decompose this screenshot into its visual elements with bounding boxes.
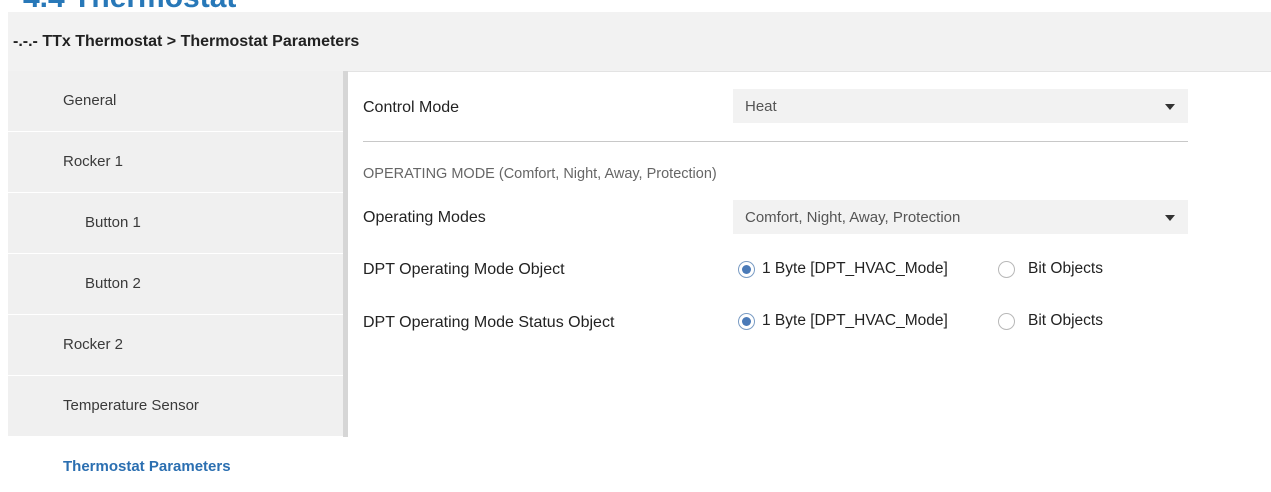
operating-modes-label: Operating Modes	[363, 209, 486, 226]
sidebar-item-button-2[interactable]: Button 2	[8, 254, 343, 315]
sidebar-item-label: Temperature Sensor	[63, 397, 199, 414]
dpt-status-1byte-radio[interactable]	[738, 313, 755, 330]
dpt-object-1byte-label[interactable]: 1 Byte [DPT_HVAC_Mode]	[762, 260, 948, 278]
sidebar-item-label: Button 2	[85, 275, 141, 292]
breadcrumb-text: -.-.- TTx Thermostat > Thermostat Parame…	[13, 33, 360, 50]
control-mode-select[interactable]: Heat	[733, 89, 1188, 123]
control-mode-value: Heat	[745, 98, 777, 115]
section-heading: OPERATING MODE (Comfort, Night, Away, Pr…	[363, 166, 717, 182]
sidebar-item-label: Rocker 2	[63, 336, 124, 353]
chevron-down-icon	[1165, 104, 1175, 110]
document-heading: 4.4 Thermostat	[23, 0, 236, 10]
dpt-operating-mode-object-label: DPT Operating Mode Object	[363, 261, 565, 278]
sidebar-item-label: Button 1	[85, 214, 141, 231]
sidebar-item-rocker-2[interactable]: Rocker 2	[8, 315, 343, 376]
dpt-operating-mode-status-object-label: DPT Operating Mode Status Object	[363, 314, 615, 331]
sidebar-item-rocker-1[interactable]: Rocker 1	[8, 132, 343, 193]
sidebar-item-button-1[interactable]: Button 1	[8, 193, 343, 254]
sidebar-item-label: General	[63, 92, 117, 109]
control-mode-label: Control Mode	[363, 99, 460, 116]
chevron-down-icon	[1165, 215, 1175, 221]
dpt-status-bit-radio[interactable]	[998, 313, 1015, 330]
sidebar-item-general[interactable]: General	[8, 71, 343, 132]
sidebar-item-label: Rocker 1	[63, 153, 124, 170]
dpt-object-bit-radio[interactable]	[998, 261, 1015, 278]
sidebar-item-thermostat-parameters[interactable]: Thermostat Parameters	[63, 458, 231, 475]
operating-modes-select[interactable]: Comfort, Night, Away, Protection	[733, 200, 1188, 234]
dpt-status-bit-label[interactable]: Bit Objects	[1028, 312, 1103, 330]
dpt-object-1byte-radio[interactable]	[738, 261, 755, 278]
dpt-status-1byte-label[interactable]: 1 Byte [DPT_HVAC_Mode]	[762, 312, 948, 330]
breadcrumb: -.-.- TTx Thermostat > Thermostat Parame…	[8, 12, 1271, 72]
sidebar: General Rocker 1 Button 1 Button 2 Rocke…	[8, 71, 348, 437]
operating-modes-value: Comfort, Night, Away, Protection	[745, 209, 961, 226]
dpt-object-bit-label[interactable]: Bit Objects	[1028, 260, 1103, 278]
sidebar-item-temperature-sensor[interactable]: Temperature Sensor	[8, 376, 343, 437]
divider	[363, 141, 1188, 142]
